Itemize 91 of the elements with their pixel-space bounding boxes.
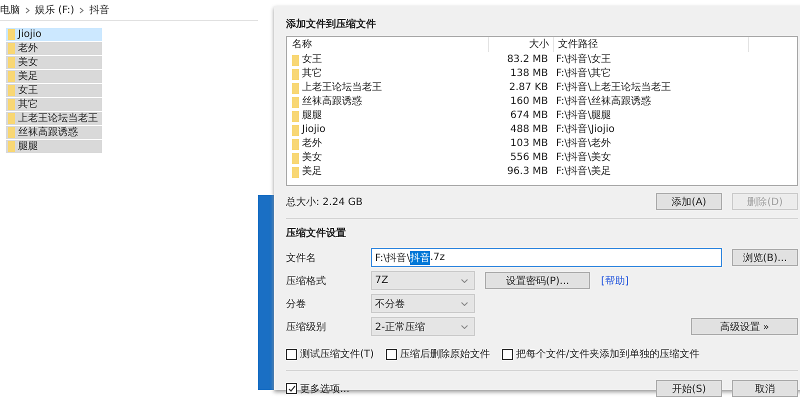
folder-icon (8, 71, 15, 82)
advanced-settings-button[interactable]: 高级设置 » (691, 318, 798, 335)
table-cell-text: F:\抖音\其它 (555, 67, 612, 81)
total-size: 总大小: 2.24 GB (286, 196, 363, 208)
folder-icon (8, 127, 15, 138)
table-cell: 丝袜高跟诱惑 (302, 95, 362, 109)
format-dropdown[interactable]: 7Z (371, 271, 475, 290)
checkbox-label: 把每个文件/文件夹添加到单独的压缩文件 (516, 348, 700, 361)
column-header[interactable]: 大小 (489, 37, 554, 52)
breadcrumb-item[interactable]: 抖音 (89, 3, 110, 17)
folder-icon (8, 141, 15, 152)
field-label: 压缩格式 (286, 274, 327, 288)
table-cell: 女王 (302, 53, 322, 67)
table-cell-text: 83.2 MB (506, 53, 549, 67)
folder-icon (292, 96, 299, 108)
folder-icon (8, 57, 15, 68)
table-cell-text: F:\抖音\Jiojio (555, 123, 616, 137)
folder-icon (292, 152, 299, 164)
table-cell-text: F:\抖音\腿腿 (555, 109, 612, 123)
table-cell: 美足 (302, 165, 322, 179)
table-cell-text: 160 MB (509, 95, 549, 109)
list-button[interactable]: 添加(A) (656, 193, 722, 210)
table-cell-text: 2.87 KB (508, 81, 549, 95)
folder-icon (8, 113, 15, 124)
folder-item[interactable]: 老外 (6, 42, 102, 55)
folder-icon (292, 82, 299, 94)
checkbox[interactable] (286, 348, 297, 360)
folder-item[interactable]: 腿腿 (6, 140, 102, 153)
checkbox-label: 更多选项... (300, 382, 350, 396)
dialog-button[interactable]: 取消 (732, 380, 798, 397)
folder-item[interactable]: 丝袜高跟诱惑 (6, 126, 102, 139)
level-dropdown[interactable]: 2-正常压缩 (371, 317, 475, 336)
folder-icon (292, 166, 299, 178)
checkbox[interactable] (386, 348, 397, 360)
checkbox-label: 测试压缩文件(T) (300, 348, 374, 361)
folder-icon (8, 99, 15, 110)
folder-icon (292, 54, 299, 66)
breadcrumb-item[interactable]: 电脑 (0, 3, 20, 17)
table-cell-text: 556 MB (509, 151, 549, 165)
caret-icon (461, 324, 468, 328)
split-dropdown[interactable]: 不分卷 (371, 294, 475, 313)
checkbox[interactable] (286, 383, 297, 394)
table-cell: 其它 (302, 67, 322, 81)
file-name-field[interactable]: F:\抖音\抖音.7z (371, 248, 722, 267)
table-cell: 老外 (302, 137, 322, 151)
field-label: 文件名 (286, 252, 317, 264)
chevron-icon (25, 6, 30, 14)
folder-icon (292, 138, 299, 150)
table-cell-text: F:\抖音\上老王论坛当老王 (555, 81, 672, 95)
help-link[interactable]: [帮助] (601, 274, 629, 288)
folder-item[interactable]: 其它 (6, 98, 102, 111)
caret-icon (461, 278, 468, 282)
checkbox[interactable] (502, 348, 513, 360)
table-cell-text: 96.3 MB (506, 165, 549, 179)
browse-button[interactable]: 浏览(B)... (732, 249, 798, 266)
field-label: 分卷 (286, 298, 307, 310)
table-cell: Jiojio (302, 123, 326, 137)
section-title: 压缩文件设置 (286, 226, 347, 241)
dialog-button[interactable]: 开始(S) (656, 380, 722, 397)
section-title: 添加文件到压缩文件 (286, 18, 377, 32)
folder-icon (8, 29, 15, 40)
folder-icon (292, 68, 299, 80)
folder-icon (292, 110, 299, 122)
breadcrumb-item[interactable]: 娱乐 (F:) (35, 3, 74, 17)
table-cell-text: 138 MB (509, 67, 549, 81)
table-cell-text: 103 MB (509, 137, 549, 151)
folder-icon (8, 85, 15, 96)
chevron-icon (79, 6, 84, 14)
caret-icon (461, 302, 468, 306)
field-label: 压缩级别 (286, 320, 327, 334)
table-cell: 美女 (302, 151, 322, 165)
checkbox-label: 压缩后删除原始文件 (400, 348, 490, 361)
table-cell-text: F:\抖音\女王 (555, 53, 612, 67)
table-cell-text: F:\抖音\丝袜高跟诱惑 (555, 95, 652, 109)
table-cell-text: 674 MB (509, 109, 549, 123)
table-cell-text: 488 MB (509, 123, 549, 137)
column-header[interactable]: 名称 (287, 37, 489, 52)
table-cell: 上老王论坛当老王 (302, 81, 382, 95)
folder-item[interactable]: Jiojio (6, 28, 102, 41)
table-cell: 腿腿 (302, 109, 322, 123)
column-header[interactable]: 文件路径 (554, 37, 749, 52)
folder-item[interactable]: 上老王论坛当老王 (6, 112, 102, 125)
table-cell-text: F:\抖音\美女 (555, 151, 612, 165)
password-button[interactable]: 设置密码(P)... (485, 272, 590, 289)
folder-icon (292, 124, 299, 136)
table-cell-text: F:\抖音\美足 (555, 165, 612, 179)
table-cell-text: F:\抖音\老外 (555, 137, 612, 151)
folder-item[interactable]: 美足 (6, 70, 102, 83)
folder-icon (8, 43, 15, 54)
folder-item[interactable]: 美女 (6, 56, 102, 69)
folder-item[interactable]: 女王 (6, 84, 102, 97)
